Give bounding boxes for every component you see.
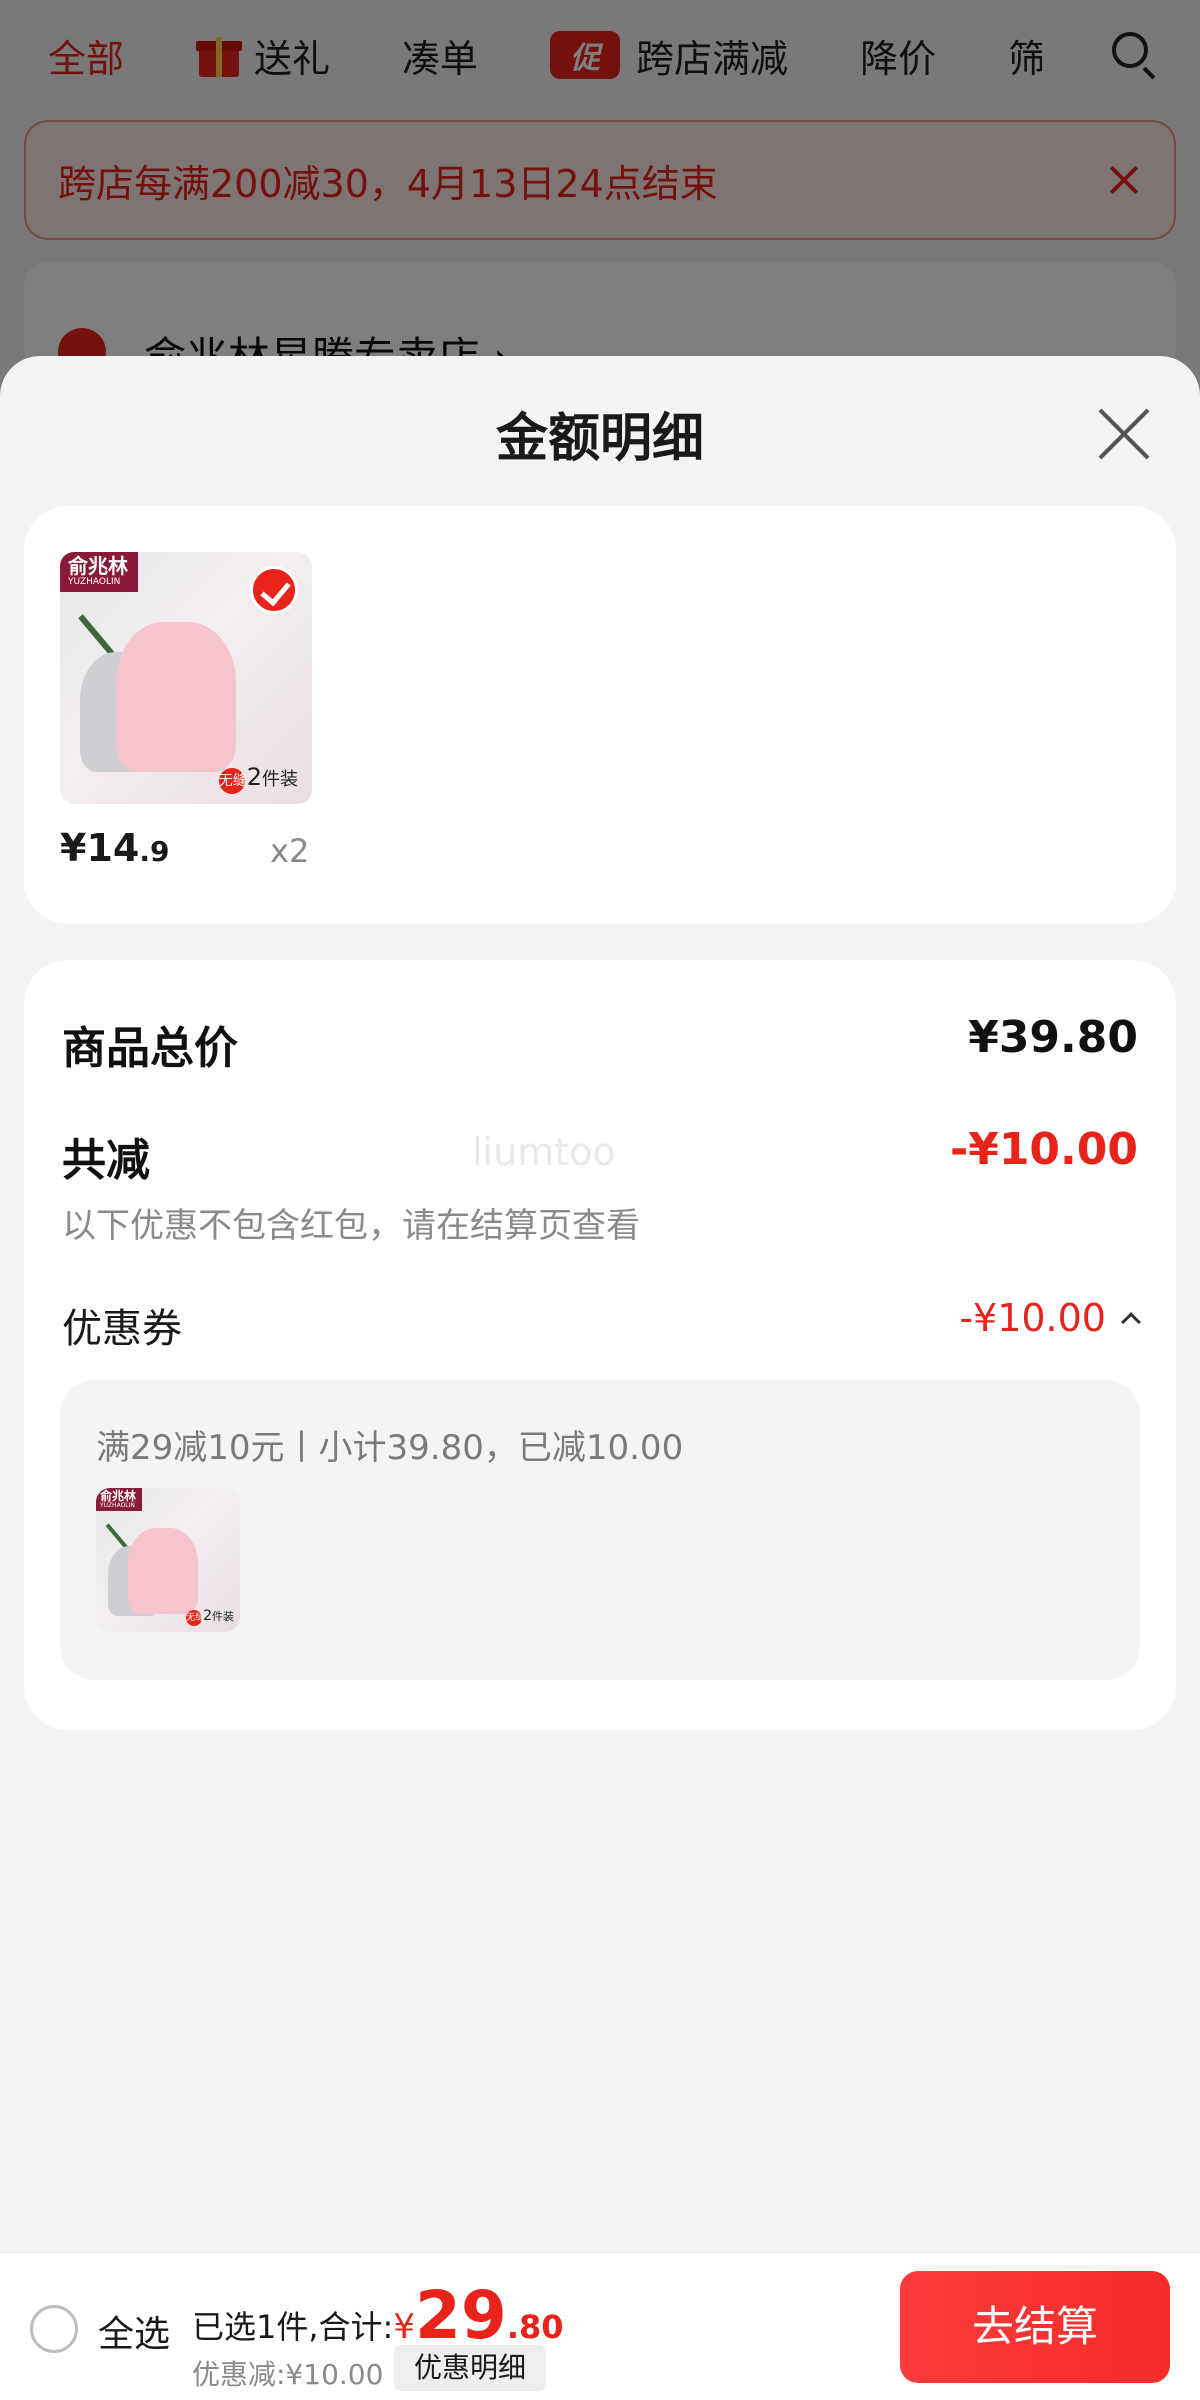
select-all-label[interactable]: 全选	[98, 2305, 170, 2357]
total-price-value: ¥39.80	[968, 1012, 1138, 1063]
close-icon[interactable]	[1098, 408, 1150, 460]
discount-detail-button[interactable]: 优惠明细	[394, 2345, 547, 2391]
item-quantity: x2	[270, 832, 310, 870]
selected-check-icon[interactable]	[250, 566, 298, 614]
brand-logo: 俞兆林 YUZHAOLIN	[96, 1488, 143, 1511]
coupon-product-thumbnail: 俞兆林 YUZHAOLIN 无缝2件装	[96, 1488, 240, 1632]
total-price-label: 商品总价	[62, 1023, 238, 1074]
product-image-shape	[116, 622, 236, 772]
discount-note: 以下优惠不包含红包，请在结算页查看	[62, 1206, 640, 1246]
pack-badge: 无缝2件装	[218, 763, 298, 794]
total-reduce-label: 共减	[62, 1135, 150, 1186]
price-summary-card: 商品总价 ¥39.80 liumtoo 共减 -¥10.00 以下优惠不包含红包…	[24, 960, 1176, 1730]
item-card: 俞兆林 YUZHAOLIN 无缝2件装 ¥14.9 x2	[24, 506, 1176, 924]
total-amount-int: 29	[414, 2277, 507, 2354]
discount-amount: 优惠减:¥10.00	[192, 2358, 384, 2391]
coupon-description: 满29减10元丨小计39.80，已减10.00	[96, 1428, 684, 1468]
currency-symbol: ¥	[393, 2307, 415, 2347]
sheet-title: 金额明细	[495, 409, 704, 469]
total-amount-dec: .80	[506, 2308, 564, 2346]
pack-badge: 无缝2件装	[186, 1608, 234, 1626]
coupon-value: -¥10.00	[959, 1296, 1106, 1340]
checkout-bar: 全选 已选1件,合计: ¥ 29 .80 优惠减:¥10.00 优惠明细 去结算	[0, 2252, 1200, 2400]
product-image-shape	[128, 1528, 198, 1614]
watermark: liumtoo	[472, 1130, 616, 1174]
item-price: ¥14.9	[60, 826, 170, 870]
total-summary: 已选1件,合计: ¥ 29 .80	[192, 2283, 564, 2349]
select-all-checkbox[interactable]	[30, 2305, 78, 2353]
amount-detail-sheet: 金额明细 俞兆林 YUZHAOLIN 无缝2件装 ¥14.9 x2 商品总价 ¥3…	[0, 356, 1200, 2252]
summary-prefix: 已选1件,合计:	[192, 2308, 394, 2346]
chevron-up-icon	[1121, 1312, 1141, 1332]
brand-logo: 俞兆林 YUZHAOLIN	[60, 552, 138, 592]
coupon-label: 优惠券	[62, 1306, 182, 1352]
product-thumbnail[interactable]: 俞兆林 YUZHAOLIN 无缝2件装	[60, 552, 312, 804]
checkout-button[interactable]: 去结算	[900, 2271, 1170, 2383]
coupon-toggle[interactable]: -¥10.00	[959, 1296, 1141, 1340]
total-reduce-value: -¥10.00	[949, 1124, 1138, 1175]
coupon-detail-box: 满29减10元丨小计39.80，已减10.00 俞兆林 YUZHAOLIN 无缝2…	[60, 1380, 1140, 1680]
